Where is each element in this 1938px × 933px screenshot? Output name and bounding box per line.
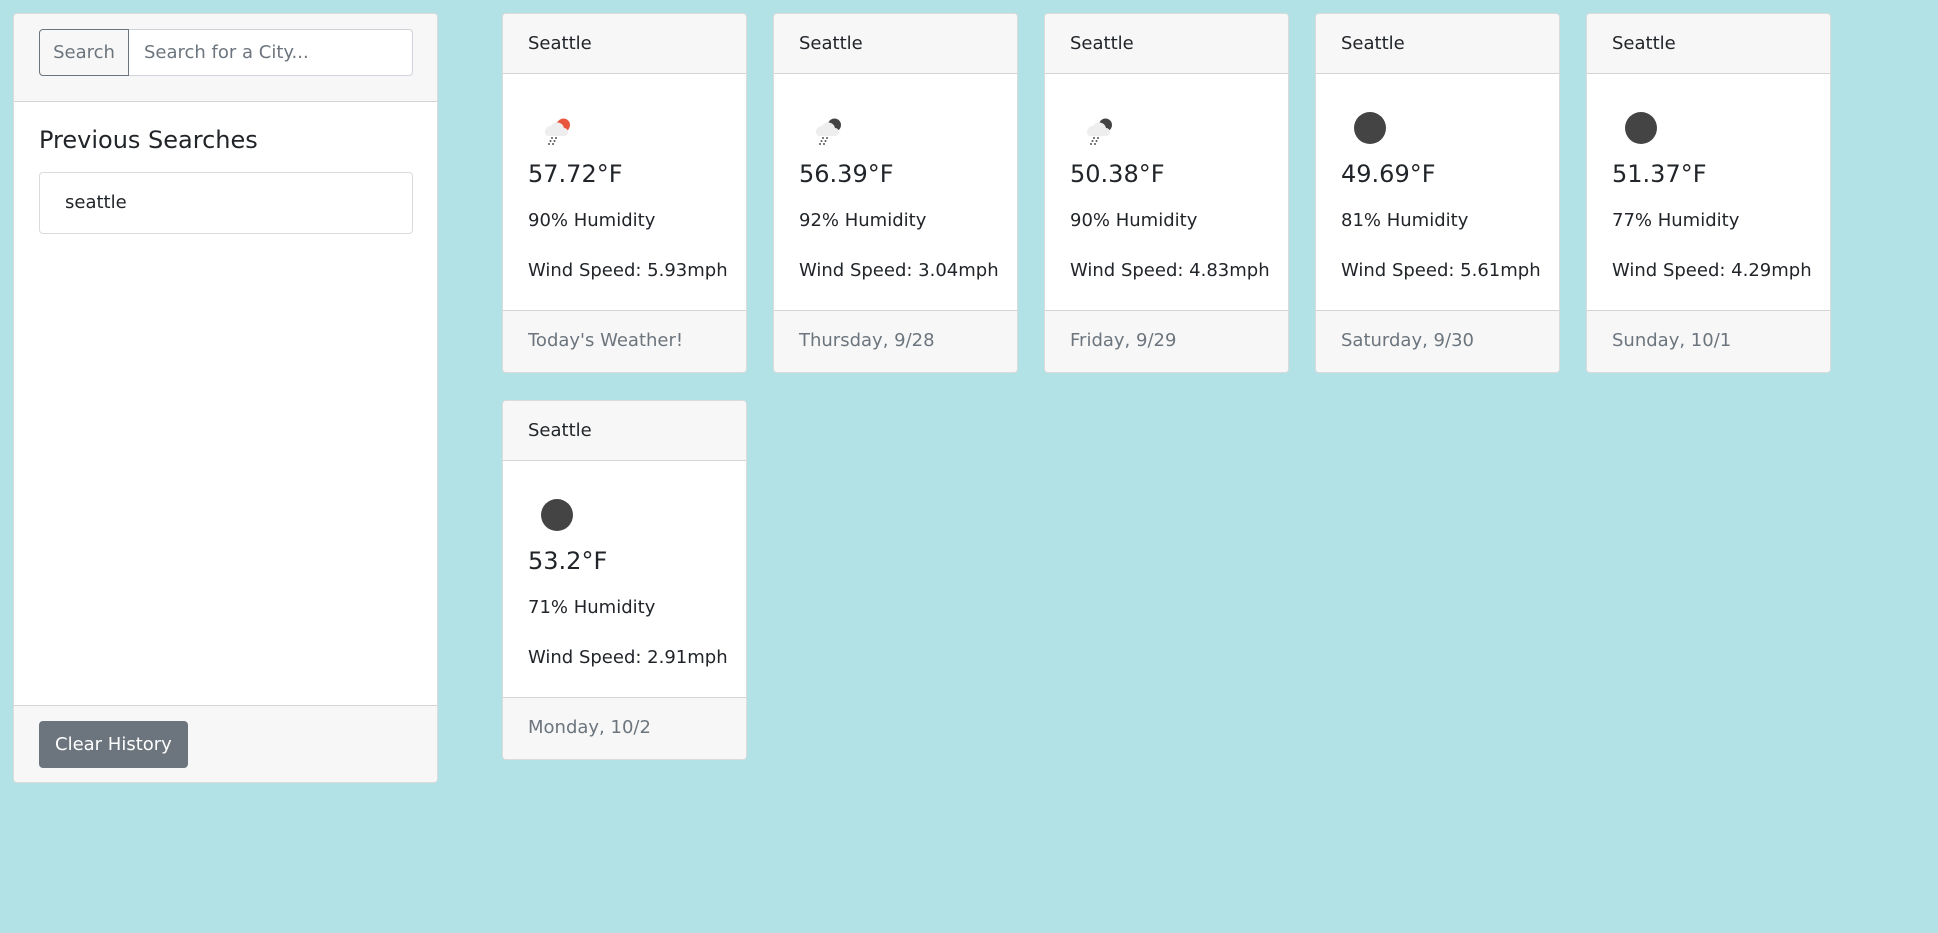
rain-night-icon — [1086, 118, 1112, 145]
humidity: 71% Humidity — [528, 597, 656, 618]
card-city: Seattle — [1316, 14, 1559, 74]
search-button[interactable]: Search — [39, 29, 129, 76]
card-body: 49.69°F 81% Humidity Wind Speed: 5.61mph — [1316, 74, 1559, 312]
wind-speed: Wind Speed: 5.61mph — [1341, 260, 1541, 281]
clear-night-icon — [1625, 112, 1657, 144]
search-group: Search — [39, 29, 413, 76]
card-city: Seattle — [774, 14, 1017, 74]
clear-history-button[interactable]: Clear History — [39, 721, 188, 768]
humidity: 77% Humidity — [1612, 210, 1740, 231]
wind-speed: Wind Speed: 3.04mph — [799, 260, 999, 281]
history-item[interactable]: seattle — [39, 172, 413, 234]
temperature: 57.72°F — [528, 160, 623, 188]
sidebar-panel: Search Previous Searches seattle Clear H… — [13, 13, 438, 783]
card-body: 50.38°F 90% Humidity Wind Speed: 4.83mph — [1045, 74, 1288, 312]
card-body: 57.72°F 90% Humidity Wind Speed: 5.93mph — [503, 74, 746, 312]
sidebar-footer: Clear History — [14, 705, 437, 782]
search-input[interactable] — [129, 29, 413, 76]
card-date: Thursday, 9/28 — [774, 310, 1017, 372]
temperature: 49.69°F — [1341, 160, 1436, 188]
wind-speed: Wind Speed: 2.91mph — [528, 647, 728, 668]
card-city: Seattle — [1045, 14, 1288, 74]
card-date: Sunday, 10/1 — [1587, 310, 1830, 372]
card-date: Friday, 9/29 — [1045, 310, 1288, 372]
clear-night-icon — [541, 499, 573, 531]
temperature: 53.2°F — [528, 547, 608, 575]
rain-night-icon — [815, 118, 841, 145]
search-history-list: seattle — [39, 172, 413, 234]
temperature: 51.37°F — [1612, 160, 1707, 188]
card-body: 51.37°F 77% Humidity Wind Speed: 4.29mph — [1587, 74, 1830, 312]
weather-card: Seattle 57.72°F 90% Humidity Wind Speed:… — [502, 13, 747, 373]
humidity: 90% Humidity — [1070, 210, 1198, 231]
humidity: 81% Humidity — [1341, 210, 1469, 231]
card-date: Saturday, 9/30 — [1316, 310, 1559, 372]
wind-speed: Wind Speed: 5.93mph — [528, 260, 728, 281]
card-body: 56.39°F 92% Humidity Wind Speed: 3.04mph — [774, 74, 1017, 312]
card-city: Seattle — [1587, 14, 1830, 74]
wind-speed: Wind Speed: 4.29mph — [1612, 260, 1812, 281]
weather-card: Seattle 53.2°F 71% Humidity Wind Speed: … — [502, 400, 747, 760]
clear-night-icon — [1354, 112, 1386, 144]
wind-speed: Wind Speed: 4.83mph — [1070, 260, 1270, 281]
card-city: Seattle — [503, 14, 746, 74]
card-date: Monday, 10/2 — [503, 697, 746, 759]
search-header: Search — [14, 14, 437, 102]
weather-card: Seattle 49.69°F 81% Humidity Wind Speed:… — [1315, 13, 1560, 373]
weather-card: Seattle 51.37°F 77% Humidity Wind Speed:… — [1586, 13, 1831, 373]
temperature: 56.39°F — [799, 160, 894, 188]
humidity: 90% Humidity — [528, 210, 656, 231]
weather-card: Seattle 56.39°F 92% Humidity Wind Speed:… — [773, 13, 1018, 373]
card-date: Today's Weather! — [503, 310, 746, 372]
rain-sun-icon — [544, 118, 570, 145]
previous-searches-title: Previous Searches — [39, 126, 258, 154]
card-body: 53.2°F 71% Humidity Wind Speed: 2.91mph — [503, 461, 746, 699]
temperature: 50.38°F — [1070, 160, 1165, 188]
weather-card: Seattle 50.38°F 90% Humidity Wind Speed:… — [1044, 13, 1289, 373]
card-city: Seattle — [503, 401, 746, 461]
humidity: 92% Humidity — [799, 210, 927, 231]
